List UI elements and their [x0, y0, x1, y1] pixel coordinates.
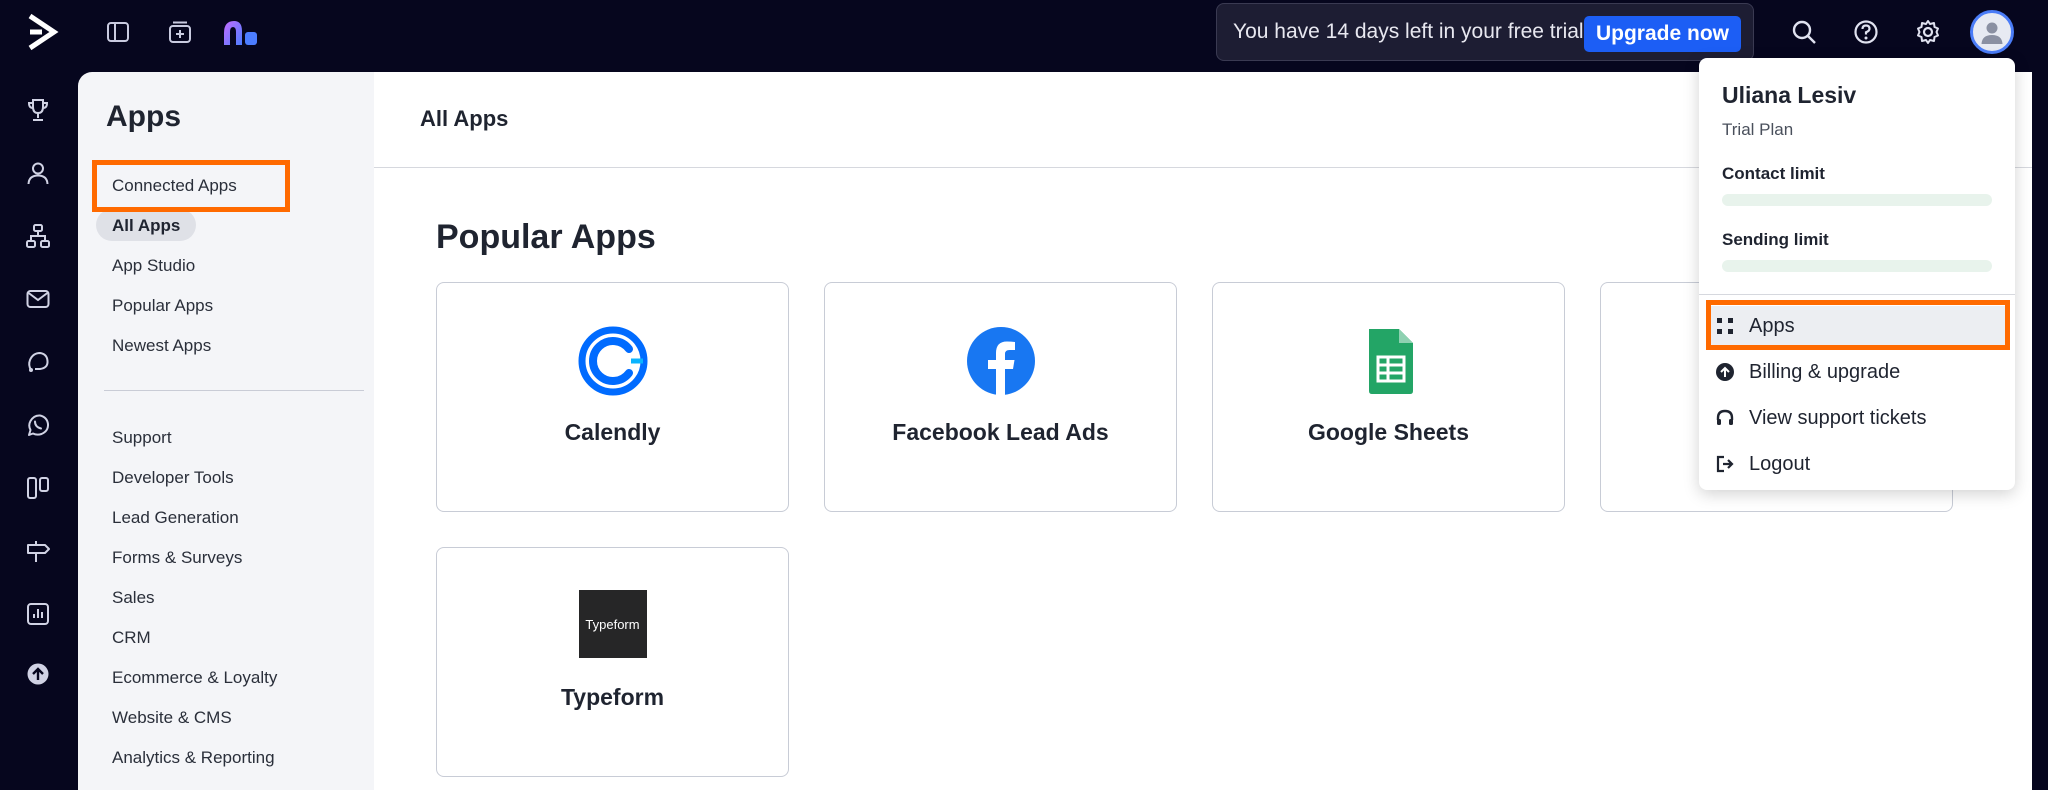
deals-pipeline-icon[interactable]	[20, 470, 56, 506]
upgrade-circle-icon	[1713, 360, 1737, 384]
sidebar-divider	[104, 390, 364, 391]
page-title: All Apps	[420, 106, 509, 131]
sidebar-item-website-cms[interactable]: Website & CMS	[112, 708, 232, 728]
menu-item-label: Logout	[1749, 452, 1811, 475]
search-icon[interactable]	[1786, 14, 1822, 50]
calendly-logo-icon	[577, 325, 649, 397]
create-icon[interactable]	[162, 14, 198, 50]
apps-sidebar: Apps Connected Apps All Apps App Studio …	[78, 72, 374, 790]
whatsapp-icon[interactable]	[20, 407, 56, 443]
app-card-calendly[interactable]: Calendly	[436, 282, 789, 512]
trial-banner: You have 14 days left in your free trial…	[1216, 3, 1754, 61]
user-avatar[interactable]	[1970, 10, 2014, 54]
app-card-name: Facebook Lead Ads	[892, 419, 1109, 445]
sidebar-item-ecommerce-loyalty[interactable]: Ecommerce & Loyalty	[112, 668, 277, 688]
upgrade-now-button[interactable]: Upgrade now	[1583, 16, 1741, 52]
sidebar-item-crm[interactable]: CRM	[112, 628, 151, 648]
contact-limit-label: Contact limit	[1722, 164, 1825, 183]
logout-icon	[1713, 452, 1737, 476]
contacts-icon[interactable]	[20, 155, 56, 191]
facebook-logo-icon	[965, 325, 1037, 397]
conversations-icon[interactable]	[20, 344, 56, 380]
sidebar-item-newest-apps[interactable]: Newest Apps	[112, 336, 211, 356]
app-card-name: Calendly	[564, 419, 661, 445]
menu-item-view-support-tickets[interactable]: View support tickets	[1709, 398, 2005, 438]
app-card-google-sheets[interactable]: Google Sheets	[1212, 282, 1565, 512]
signpost-icon[interactable]	[20, 533, 56, 569]
campaigns-email-icon[interactable]	[20, 281, 56, 317]
sidebar-item-popular-apps[interactable]: Popular Apps	[112, 296, 213, 316]
contact-limit-bar	[1722, 194, 1992, 206]
google-sheets-logo-icon	[1353, 325, 1425, 397]
trophy-icon[interactable]	[20, 92, 56, 128]
sending-limit-bar	[1722, 260, 1992, 272]
upgrade-circle-icon[interactable]	[20, 656, 56, 692]
user-silhouette-icon	[1981, 22, 2003, 44]
sidebar-item-app-studio[interactable]: App Studio	[112, 256, 195, 276]
app-card-facebook-lead-ads[interactable]: Facebook Lead Ads	[824, 282, 1177, 512]
account-user-name: Uliana Lesiv	[1722, 82, 1857, 108]
account-plan: Trial Plan	[1722, 120, 1794, 139]
reports-icon[interactable]	[20, 596, 56, 632]
sidebar-item-forms-surveys[interactable]: Forms & Surveys	[112, 548, 242, 568]
menu-item-label: Billing & upgrade	[1749, 360, 1901, 383]
sidebar-item-analytics-reporting[interactable]: Analytics & Reporting	[112, 748, 275, 768]
sidebar-item-support[interactable]: Support	[112, 428, 172, 448]
apps-menu-highlight	[1706, 300, 2010, 350]
top-bar: You have 14 days left in your free trial…	[0, 0, 2048, 64]
help-icon[interactable]	[1848, 14, 1884, 50]
sidebar-item-lead-generation[interactable]: Lead Generation	[112, 508, 239, 528]
app-card-typeform[interactable]: Typeform Typeform	[436, 547, 789, 777]
account-menu: Uliana Lesiv Trial Plan Contact limit Se…	[1699, 58, 2015, 490]
headset-icon	[1713, 406, 1737, 430]
sidebar-title: Apps	[106, 100, 181, 133]
section-title-popular-apps: Popular Apps	[436, 218, 656, 256]
automations-icon[interactable]	[20, 218, 56, 254]
ai-brand-icon[interactable]	[222, 14, 258, 50]
sidebar-toggle-icon[interactable]	[100, 14, 136, 50]
sending-limit-label: Sending limit	[1722, 230, 1829, 249]
sidebar-item-developer-tools[interactable]: Developer Tools	[112, 468, 234, 488]
menu-item-label: View support tickets	[1749, 406, 1927, 429]
app-card-name: Typeform	[560, 684, 665, 710]
account-menu-divider	[1699, 294, 2015, 295]
menu-item-logout[interactable]: Logout	[1709, 444, 2005, 484]
connected-apps-highlight	[92, 160, 290, 212]
trial-banner-text: You have 14 days left in your free trial…	[1233, 20, 1590, 43]
app-card-name: Google Sheets	[1307, 419, 1470, 445]
typeform-logo-text: Typeform	[585, 616, 640, 632]
sidebar-item-all-apps[interactable]: All Apps	[112, 216, 180, 236]
typeform-logo-icon: Typeform	[578, 590, 647, 658]
gear-icon[interactable]	[1910, 14, 1946, 50]
menu-item-billing-upgrade[interactable]: Billing & upgrade	[1709, 352, 2005, 392]
sidebar-item-sales[interactable]: Sales	[112, 588, 155, 608]
activecampaign-logo-icon[interactable]	[24, 12, 60, 52]
